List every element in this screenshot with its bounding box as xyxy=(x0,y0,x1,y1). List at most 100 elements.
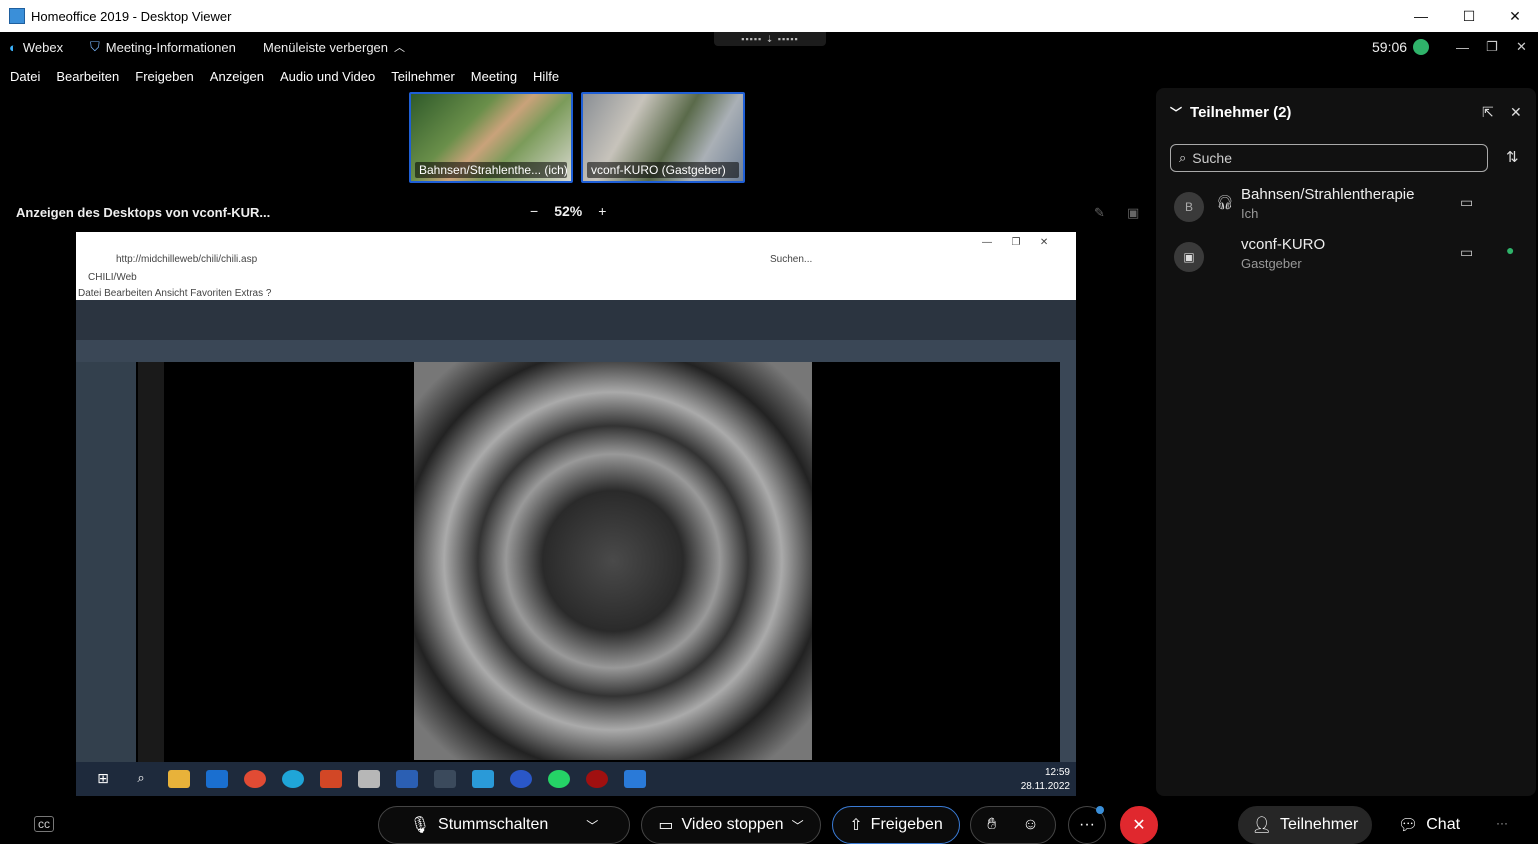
microphone-app-icon xyxy=(472,770,494,788)
viewer-right-toolbar xyxy=(1060,340,1076,762)
signal-icon xyxy=(1413,39,1430,55)
close-window-button[interactable]: ✕ xyxy=(1492,0,1538,32)
avatar: B xyxy=(1174,192,1204,222)
participants-panel: ﹀ Teilnehmer (2) ⇱ ✕ ⌕ ⇅ B 🎧︎ Bahnsen/St… xyxy=(1156,88,1536,796)
sort-icon[interactable]: ⇅ xyxy=(1506,148,1519,166)
meeting-info-button[interactable]: ⛉ Meeting-Informationen xyxy=(90,39,236,55)
shared-screen[interactable]: http://midchilleweb/chili/chili.asp CHIL… xyxy=(76,232,1076,796)
thumbnail-label: Bahnsen/Strahlenthe... (ich) xyxy=(415,162,567,178)
clock-time: 12:59 xyxy=(1044,767,1070,778)
viewer-toolbar-secondary xyxy=(76,340,1076,362)
webex-brand[interactable]: ◐ Webex xyxy=(9,40,63,55)
video-camera-icon: ▭ xyxy=(658,817,674,834)
menu-item-hilfe[interactable]: Hilfe xyxy=(533,69,559,84)
outlook-icon xyxy=(206,770,228,788)
participants-label: Teilnehmer xyxy=(1280,816,1359,833)
zoom-control: − 52% + xyxy=(530,203,606,219)
menu-item-anzeigen[interactable]: Anzeigen xyxy=(210,69,264,84)
app-icon xyxy=(9,8,25,24)
video-thumbnail-host[interactable]: vconf-KURO (Gastgeber) xyxy=(581,92,745,183)
menu-item-meeting[interactable]: Meeting xyxy=(471,69,517,84)
browser-controls-icon: — ❐ ✕ xyxy=(982,237,1049,248)
meeting-controls: cc 🎙︎ Stummschalten ﹀ ▭ Video stoppen ﹀ … xyxy=(0,796,1538,844)
chevron-down-icon[interactable]: ﹀ xyxy=(586,817,598,834)
browser-url: http://midchilleweb/chili/chili.asp xyxy=(116,254,258,265)
video-camera-icon[interactable]: ▭ xyxy=(1460,194,1473,211)
app-icon xyxy=(586,770,608,788)
menu-item-freigeben[interactable]: Freigeben xyxy=(135,69,194,84)
notification-dot xyxy=(1096,806,1104,814)
browser-app-title: CHILI/Web xyxy=(88,272,137,283)
edge-icon xyxy=(282,770,304,788)
meeting-timer: 59:06 xyxy=(1372,39,1430,55)
emoji-icon[interactable]: ☺︎ xyxy=(1022,816,1038,834)
chat-button[interactable]: 💬︎ Chat xyxy=(1384,806,1474,844)
overflow-icon[interactable]: ··· xyxy=(1496,816,1508,830)
reactions-group: ✋︎ ☺︎ xyxy=(970,806,1056,844)
zoom-in-button[interactable]: + xyxy=(598,203,606,219)
video-camera-icon[interactable]: ▭ xyxy=(1460,244,1473,261)
share-label: Freigeben xyxy=(870,816,943,833)
browser-menu: Datei Bearbeiten Ansicht Favoriten Extra… xyxy=(78,288,272,299)
minimize-button[interactable]: — xyxy=(1398,0,1444,32)
chevron-down-icon[interactable]: ﹀ xyxy=(792,817,804,834)
search-input[interactable] xyxy=(1192,150,1473,166)
webex-close-icon[interactable]: ✕ xyxy=(1516,39,1527,55)
zoom-level: 52% xyxy=(554,203,583,219)
headset-icon: 🎧︎ xyxy=(1216,194,1234,210)
participant-name: vconf-KURO xyxy=(1241,236,1326,253)
popout-icon[interactable]: ⇱ xyxy=(1482,104,1494,121)
chevron-up-icon: ︿ xyxy=(394,42,406,54)
drag-handle-icon: ▪▪▪▪▪ ⇣ ▪▪▪▪▪ xyxy=(741,33,799,44)
hide-menu-label: Menüleiste verbergen xyxy=(263,39,389,55)
remote-control-icon[interactable]: ▣ xyxy=(1127,205,1139,221)
chevron-down-icon[interactable]: ﹀ xyxy=(1170,104,1182,121)
video-thumbnail-self[interactable]: Bahnsen/Strahlenthe... (ich) xyxy=(409,92,573,183)
menu-bar: Datei Bearbeiten Freigeben Anzeigen Audi… xyxy=(0,64,565,88)
participants-button[interactable]: 👤︎ Teilnehmer xyxy=(1238,806,1372,844)
annotate-icon[interactable]: ✎ xyxy=(1094,205,1105,221)
word-icon xyxy=(396,770,418,788)
screen-share-icon: ▣ xyxy=(1183,250,1195,264)
webex-restore-icon[interactable]: ❐ xyxy=(1486,39,1498,55)
panel-title: Teilnehmer (2) xyxy=(1190,104,1292,121)
microphone-icon: ● xyxy=(1506,242,1515,258)
drag-handle[interactable]: ▪▪▪▪▪ ⇣ ▪▪▪▪▪ xyxy=(714,32,826,46)
webex-minimize-icon[interactable]: — xyxy=(1456,40,1469,55)
close-panel-icon[interactable]: ✕ xyxy=(1510,104,1522,121)
captions-icon[interactable]: cc xyxy=(34,816,54,832)
viewer-toolbar xyxy=(76,300,1076,340)
avatar: ▣ xyxy=(1174,242,1204,272)
menu-item-datei[interactable]: Datei xyxy=(10,69,40,84)
maximize-button[interactable]: ☐ xyxy=(1446,0,1492,32)
panel-header: ﹀ Teilnehmer (2) xyxy=(1170,104,1291,121)
timer-label: 59:06 xyxy=(1372,39,1408,55)
menu-item-audio-video[interactable]: Audio und Video xyxy=(280,69,375,84)
close-icon: ✕ xyxy=(1132,817,1146,834)
zoom-out-button[interactable]: − xyxy=(530,203,538,219)
participant-row[interactable]: B 🎧︎ Bahnsen/Strahlentherapie Ich ▭ xyxy=(1174,186,1524,230)
hide-menu-button[interactable]: Menüleiste verbergen ︿ xyxy=(263,39,405,55)
shield-icon: ⛉ xyxy=(90,39,100,54)
search-icon: ⌕ xyxy=(137,770,145,785)
series-list xyxy=(76,362,136,762)
thumbnail-label: vconf-KURO (Gastgeber) xyxy=(587,162,739,178)
powerpoint-icon xyxy=(320,770,342,788)
app-icon xyxy=(434,770,456,788)
meeting-info-label: Meeting-Informationen xyxy=(105,39,236,55)
raise-hand-icon[interactable]: ✋︎ xyxy=(987,816,996,834)
taskbar-clock: 12:59 28.11.2022 xyxy=(1021,766,1070,794)
mute-button[interactable]: 🎙︎ Stummschalten ﹀ xyxy=(378,806,630,844)
video-button[interactable]: ▭ Video stoppen ﹀ xyxy=(641,806,821,844)
menu-item-bearbeiten[interactable]: Bearbeiten xyxy=(56,69,119,84)
mute-label: Stummschalten xyxy=(438,816,549,833)
end-call-button[interactable]: ✕ xyxy=(1120,806,1158,844)
windows-taskbar: ⊞ ⌕ 12:59 28.11.2022 xyxy=(76,762,1076,796)
chrome-icon xyxy=(244,770,266,788)
share-button[interactable]: ⇧ Freigeben xyxy=(832,806,960,844)
participant-row[interactable]: ▣ vconf-KURO Gastgeber ▭ ● xyxy=(1174,236,1524,280)
microphone-icon: 🎙︎ xyxy=(409,817,431,834)
menu-item-teilnehmer[interactable]: Teilnehmer xyxy=(391,69,455,84)
mri-image xyxy=(414,362,812,760)
participant-search[interactable]: ⌕ xyxy=(1170,144,1488,172)
